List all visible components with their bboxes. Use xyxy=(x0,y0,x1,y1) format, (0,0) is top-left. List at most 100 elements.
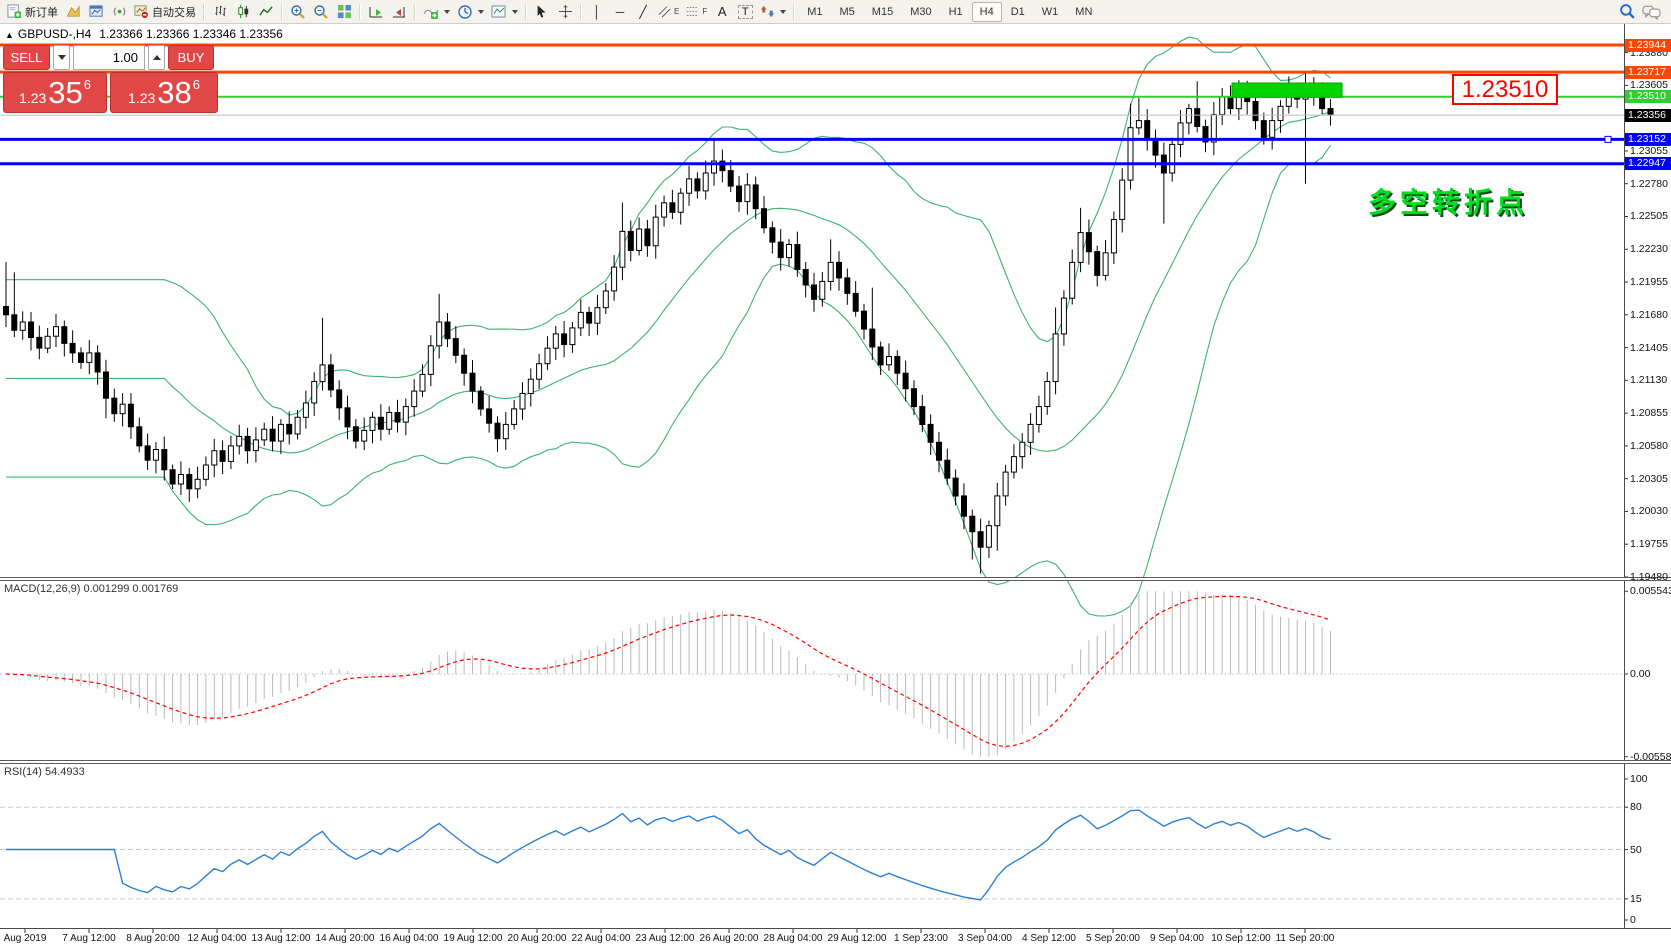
ohlc-header: ▲GBPUSD-,H41.23366 1.23366 1.23346 1.233… xyxy=(5,27,283,41)
autotrading-button[interactable]: 自动交易 xyxy=(131,2,199,22)
indicators-button[interactable] xyxy=(420,2,453,22)
candlestick-type-button[interactable] xyxy=(232,2,254,22)
toolbar-separator xyxy=(203,4,205,20)
fibonacci-icon xyxy=(686,5,699,18)
signals-icon xyxy=(112,4,127,19)
toolbar-separator xyxy=(281,4,283,20)
price-badge: 1.23944 xyxy=(1625,39,1671,52)
vertical-line-tool-button[interactable]: │ xyxy=(586,2,608,22)
volume-increase-button[interactable] xyxy=(148,45,165,70)
new-order-label: 新订单 xyxy=(25,4,58,20)
collapse-panel-icon[interactable]: ▲ xyxy=(5,30,14,40)
equidistant-channel-tool-button[interactable]: E xyxy=(655,2,682,22)
macd-pane-separator[interactable] xyxy=(0,577,1671,581)
main-toolbar: 新订单 自动交易 xyxy=(0,0,1671,24)
sell-price-point: 6 xyxy=(84,73,91,92)
trendline-tool-button[interactable]: ╱ xyxy=(632,2,654,22)
autoscroll-icon xyxy=(368,4,384,20)
candlestick-icon xyxy=(236,4,251,19)
autotrading-label: 自动交易 xyxy=(152,4,196,20)
rsi-name: RSI(14) xyxy=(4,766,42,778)
toolbar-separator xyxy=(359,4,361,20)
sell-price-prefix: 1.23 xyxy=(19,90,46,112)
buy-price-display[interactable]: 1.23 38 6 xyxy=(110,72,218,113)
chat-icon[interactable] xyxy=(1642,4,1661,20)
profile-icon xyxy=(66,4,81,19)
bar-chart-icon xyxy=(213,4,228,19)
templates-button[interactable] xyxy=(488,2,521,22)
new-order-icon xyxy=(7,4,22,19)
signals-button[interactable] xyxy=(108,2,130,22)
price-axis-label: 1.19480 xyxy=(1630,571,1668,583)
price-axis-label: 1.22230 xyxy=(1630,243,1668,255)
time-axis-border xyxy=(0,928,1671,929)
channel-letter: E xyxy=(674,7,679,16)
horizontal-level-lines[interactable] xyxy=(0,45,1624,164)
triangle-up-icon xyxy=(153,55,161,60)
volume-decrease-button[interactable] xyxy=(53,45,70,70)
templates-icon xyxy=(491,4,507,20)
chevron-down-icon xyxy=(444,10,450,14)
rsi-axis-label: 15 xyxy=(1630,893,1642,905)
ohlc-quotes: 1.23366 1.23366 1.23346 1.23356 xyxy=(99,27,283,41)
timeframe-m1[interactable]: M1 xyxy=(799,2,830,22)
rsi-axis-label: 80 xyxy=(1630,801,1642,813)
rsi-pane-separator[interactable] xyxy=(0,760,1671,764)
timeframe-mn[interactable]: MN xyxy=(1067,2,1100,22)
chart-shift-button[interactable] xyxy=(388,2,410,22)
price-axis-label: 1.20855 xyxy=(1630,407,1668,419)
timeframe-m30[interactable]: M30 xyxy=(902,2,939,22)
timeframe-m15[interactable]: M15 xyxy=(864,2,901,22)
autoscroll-button[interactable] xyxy=(365,2,387,22)
timeframe-h4[interactable]: H4 xyxy=(972,2,1002,22)
timeframe-w1[interactable]: W1 xyxy=(1034,2,1067,22)
price-badge: 1.23510 xyxy=(1625,90,1671,103)
rsi-indicator-label: RSI(14) 54.4933 xyxy=(4,766,85,778)
price-callout-label[interactable]: 1.23510 xyxy=(1452,74,1558,105)
macd-indicator-label: MACD(12,26,9) 0.001299 0.001769 xyxy=(4,583,178,595)
volume-input[interactable]: 1.00 xyxy=(73,45,145,70)
charts-window-button[interactable] xyxy=(85,2,107,22)
new-order-button[interactable]: 新订单 xyxy=(4,2,61,22)
timeframe-m5[interactable]: M5 xyxy=(832,2,863,22)
macd-axis-label: 0.005543 xyxy=(1630,585,1671,597)
sell-price-pips: 35 xyxy=(48,74,82,112)
sell-price-display[interactable]: 1.23 35 6 xyxy=(3,72,107,113)
arrows-icon xyxy=(760,4,775,19)
macd-axis-label: -0.005583 xyxy=(1630,751,1671,763)
highlight-rectangle[interactable] xyxy=(1232,83,1342,97)
price-axis-label: 1.20580 xyxy=(1630,440,1668,452)
timeframe-d1[interactable]: D1 xyxy=(1003,2,1033,22)
text-tool-button[interactable]: A xyxy=(711,2,733,22)
buy-price-prefix: 1.23 xyxy=(128,90,155,112)
zoom-in-button[interactable] xyxy=(287,2,309,22)
fibonacci-tool-button[interactable]: F xyxy=(683,2,710,22)
chevron-down-icon xyxy=(512,10,518,14)
tile-windows-button[interactable] xyxy=(333,2,355,22)
hline-handle[interactable] xyxy=(1605,136,1611,142)
candlesticks xyxy=(4,72,1334,574)
chart-shift-icon xyxy=(391,4,407,20)
arrows-tool-button[interactable] xyxy=(757,2,789,22)
horizontal-line-tool-button[interactable]: ─ xyxy=(609,2,631,22)
sell-button[interactable]: SELL xyxy=(3,45,50,70)
price-axis-label: 1.19755 xyxy=(1630,538,1668,550)
periods-button[interactable] xyxy=(454,2,487,22)
price-axis-label: 1.21680 xyxy=(1630,309,1668,321)
one-click-trading-panel: SELL 1.00 BUY 1.23 35 6 1.23 38 6 xyxy=(3,45,218,113)
crosshair-tool-button[interactable] xyxy=(554,2,576,22)
profile-button[interactable] xyxy=(62,2,84,22)
timeframe-h1[interactable]: H1 xyxy=(941,2,971,22)
line-chart-type-button[interactable] xyxy=(255,2,277,22)
text-label-tool-button[interactable]: T xyxy=(734,2,756,22)
mt4-terminal: 新订单 自动交易 xyxy=(0,0,1671,948)
bar-chart-type-button[interactable] xyxy=(209,2,231,22)
cursor-tool-button[interactable] xyxy=(531,2,553,22)
zoom-out-button[interactable] xyxy=(310,2,332,22)
turning-point-annotation[interactable]: 多空转折点 xyxy=(1368,181,1528,221)
price-badge: 1.23152 xyxy=(1625,133,1671,146)
search-icon[interactable] xyxy=(1619,3,1636,20)
tile-windows-icon xyxy=(337,4,352,19)
buy-button[interactable]: BUY xyxy=(168,45,214,70)
price-axis-label: 1.21130 xyxy=(1630,374,1667,386)
